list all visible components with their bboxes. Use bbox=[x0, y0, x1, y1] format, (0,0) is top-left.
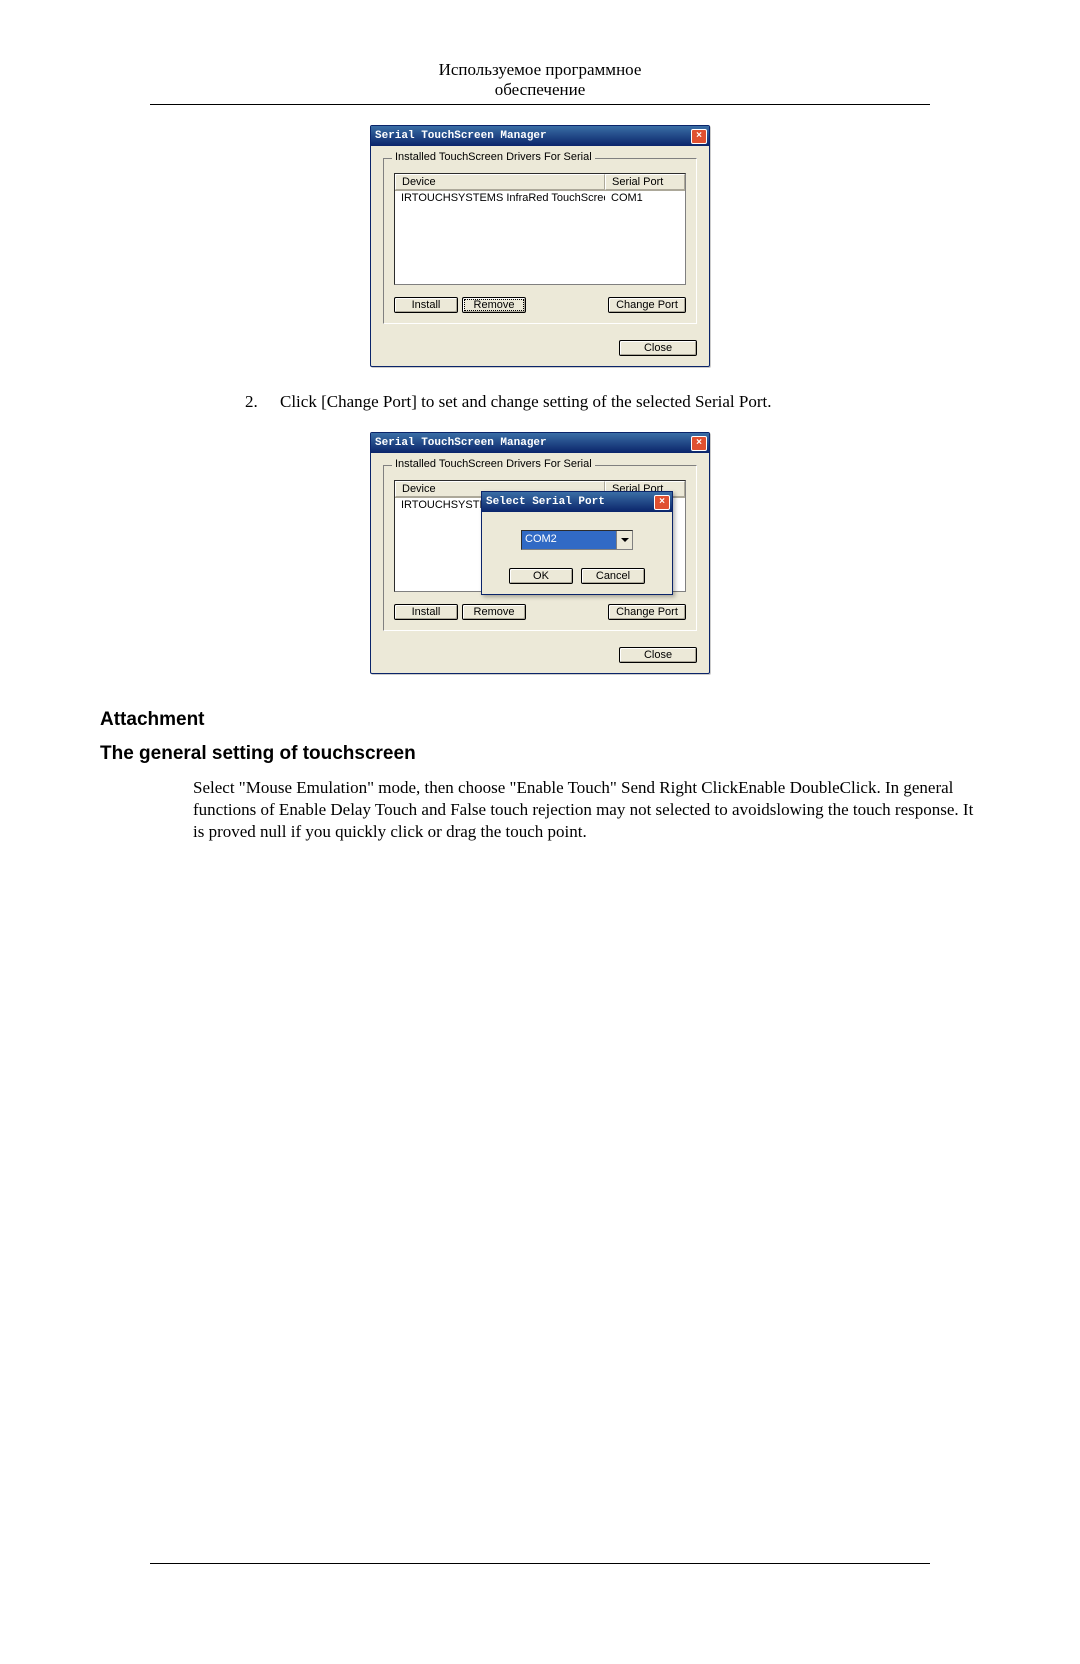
button-row: Install Remove Change Port bbox=[394, 604, 686, 620]
title-bar: Serial TouchScreen Manager × bbox=[371, 126, 709, 146]
install-button[interactable]: Install bbox=[394, 604, 458, 620]
close-icon[interactable]: × bbox=[691, 436, 707, 451]
list-row[interactable]: IRTOUCHSYSTEMS InfraRed TouchScreen COM1 bbox=[395, 191, 685, 205]
header-line-2: обеспечение bbox=[150, 80, 930, 100]
button-group-left: Install Remove bbox=[394, 297, 526, 313]
header-divider bbox=[150, 104, 930, 105]
page: Используемое программное обеспечение Ser… bbox=[0, 0, 1080, 1664]
dialog-title: Select Serial Port bbox=[486, 496, 605, 508]
footer-divider bbox=[150, 1563, 930, 1564]
dialog-body: Installed TouchScreen Drivers For Serial… bbox=[371, 453, 709, 637]
list-header: Device Serial Port bbox=[395, 174, 685, 191]
close-button[interactable]: Close bbox=[619, 647, 697, 663]
dialog-title: Serial TouchScreen Manager bbox=[375, 130, 547, 142]
chevron-down-icon[interactable] bbox=[616, 531, 632, 549]
close-icon[interactable]: × bbox=[691, 129, 707, 144]
col-header-serial-port[interactable]: Serial Port bbox=[605, 174, 685, 190]
driver-list[interactable]: Device Serial Port IRTOUCHSYSTEMS InfraR… bbox=[394, 173, 686, 285]
dialog-select-serial-port: Select Serial Port × COM2 OK Cancel bbox=[481, 491, 673, 595]
close-row: Close bbox=[371, 330, 709, 366]
install-button[interactable]: Install bbox=[394, 297, 458, 313]
button-row: OK Cancel bbox=[494, 568, 660, 584]
ok-button[interactable]: OK bbox=[509, 568, 573, 584]
change-port-button[interactable]: Change Port bbox=[608, 297, 686, 313]
cell-device: IRTOUCHSYSTEMS InfraRed TouchScreen bbox=[395, 192, 605, 204]
screenshot-2: Serial TouchScreen Manager × Installed T… bbox=[100, 432, 980, 674]
title-bar: Select Serial Port × bbox=[482, 492, 672, 512]
header-line-1: Используемое программное bbox=[150, 60, 930, 80]
serial-port-combo[interactable]: COM2 bbox=[521, 530, 633, 550]
remove-button[interactable]: Remove bbox=[462, 604, 526, 620]
cell-port: COM1 bbox=[605, 192, 685, 204]
dialog-body: Installed TouchScreen Drivers For Serial… bbox=[371, 146, 709, 330]
groupbox-installed-drivers: Installed TouchScreen Drivers For Serial… bbox=[383, 158, 697, 324]
dialog-serial-touchscreen-manager-2: Serial TouchScreen Manager × Installed T… bbox=[370, 432, 710, 674]
button-group-left: Install Remove bbox=[394, 604, 526, 620]
heading-general-setting: The general setting of touchscreen bbox=[100, 743, 980, 765]
col-header-device[interactable]: Device bbox=[395, 174, 605, 190]
button-row: Install Remove Change Port bbox=[394, 297, 686, 313]
screenshot-1: Serial TouchScreen Manager × Installed T… bbox=[100, 125, 980, 367]
groupbox-legend: Installed TouchScreen Drivers For Serial bbox=[392, 151, 595, 163]
close-button[interactable]: Close bbox=[619, 340, 697, 356]
close-row: Close bbox=[371, 637, 709, 673]
step-number: 2. bbox=[245, 392, 280, 412]
combo-selected: COM2 bbox=[522, 531, 616, 549]
close-icon[interactable]: × bbox=[654, 495, 670, 510]
step-2: 2. Click [Change Port] to set and change… bbox=[245, 392, 980, 412]
body-paragraph: Select "Mouse Emulation" mode, then choo… bbox=[193, 777, 980, 843]
change-port-button[interactable]: Change Port bbox=[608, 604, 686, 620]
cancel-button[interactable]: Cancel bbox=[581, 568, 645, 584]
groupbox-legend: Installed TouchScreen Drivers For Serial bbox=[392, 458, 595, 470]
dialog-title: Serial TouchScreen Manager bbox=[375, 437, 547, 449]
heading-attachment: Attachment bbox=[100, 709, 980, 731]
page-header: Используемое программное обеспечение bbox=[150, 60, 930, 104]
remove-button[interactable]: Remove bbox=[462, 297, 526, 313]
dialog-serial-touchscreen-manager: Serial TouchScreen Manager × Installed T… bbox=[370, 125, 710, 367]
dialog-body: COM2 OK Cancel bbox=[482, 512, 672, 594]
step-text: Click [Change Port] to set and change se… bbox=[280, 392, 980, 412]
title-bar: Serial TouchScreen Manager × bbox=[371, 433, 709, 453]
